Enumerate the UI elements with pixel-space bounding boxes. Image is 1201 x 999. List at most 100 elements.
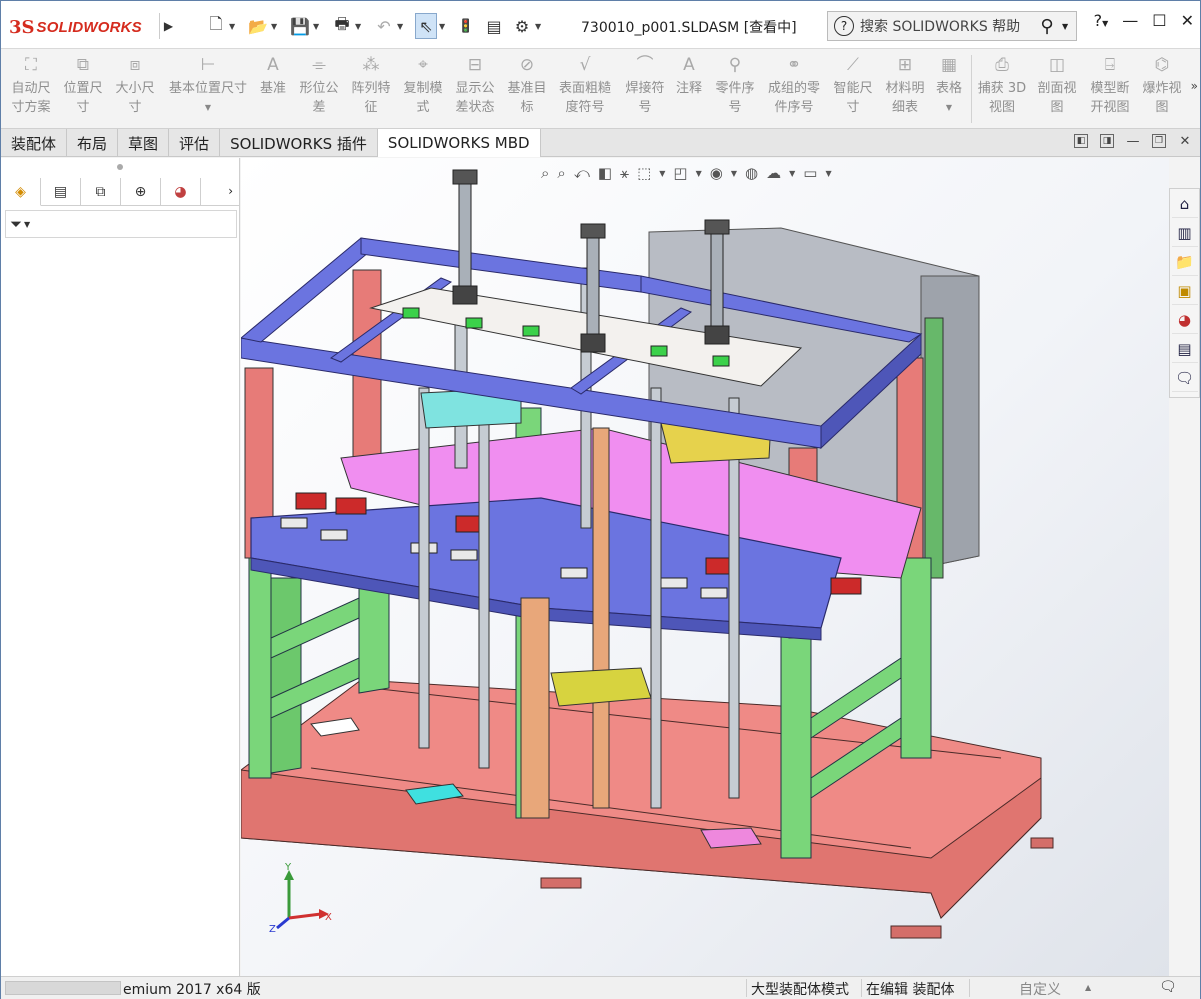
cmd-model-break-view[interactable]: ⍈ 模型断 开视图 xyxy=(1085,53,1135,117)
print-button[interactable]: 🖶 xyxy=(331,13,353,39)
location-dimension-icon: ⧉ xyxy=(76,54,90,75)
filter-icon: ⏷ xyxy=(10,215,23,233)
cmd-datum[interactable]: A 基准 xyxy=(255,53,291,98)
cmd-balloon[interactable]: ⚲ 零件序 号 xyxy=(711,53,759,117)
open-caret-icon[interactable]: ▼ xyxy=(271,22,281,31)
task-pane-design-library[interactable]: ▥ xyxy=(1171,219,1198,247)
task-pane-forum[interactable]: 🗨 xyxy=(1171,364,1198,392)
help-search-box[interactable]: ? 搜索 SOLIDWORKS 帮助 ⚲ ▼ xyxy=(827,11,1077,41)
menu-expand-arrow-icon[interactable]: ▶ xyxy=(159,13,177,39)
panel-tabs-more-icon[interactable]: › xyxy=(228,184,233,198)
select-caret-icon[interactable]: ▼ xyxy=(439,22,449,31)
cmd-copy-scheme[interactable]: ⌖ 复制模 式 xyxy=(399,53,447,117)
task-pane-view-palette[interactable]: ▣ xyxy=(1171,277,1198,305)
doc-restore-icon[interactable]: ❐ xyxy=(1152,134,1166,148)
cmd-size-dimension[interactable]: ⧈ 大小尺 寸 xyxy=(111,53,159,117)
tab-solidworks-addins[interactable]: SOLIDWORKS 插件 xyxy=(220,129,378,157)
doc-close-icon[interactable]: ✕ xyxy=(1178,134,1192,149)
cmd-section-view[interactable]: ◫ 剖面视 图 xyxy=(1033,53,1081,117)
minimize-button[interactable]: — xyxy=(1122,11,1138,30)
cmd-stacked-balloon[interactable]: ⚭ 成组的零 件序号 xyxy=(763,53,825,117)
appearances-icon: ◕ xyxy=(1177,310,1192,329)
cmd-basic-location-dimension[interactable]: ⊢ 基本位置尺寸 ▼ xyxy=(163,53,253,117)
tile-left-icon[interactable]: ◧ xyxy=(1074,134,1088,148)
cmd-bom[interactable]: ⊞ 材料明 细表 xyxy=(881,53,929,117)
select-button[interactable]: ⇖ xyxy=(415,13,437,39)
search-input[interactable]: 搜索 SOLIDWORKS 帮助 xyxy=(860,16,1032,36)
smart-dimension-icon: ⟋ xyxy=(847,54,859,75)
document-title: 730010_p001.SLDASM [查看中] xyxy=(581,20,797,36)
print-caret-icon[interactable]: ▼ xyxy=(355,22,365,31)
cmd-location-dimension[interactable]: ⧉ 位置尺 寸 xyxy=(59,53,107,117)
new-button[interactable]: 🗋 xyxy=(205,13,227,39)
options-button[interactable]: ⚙ xyxy=(511,13,533,39)
tab-evaluate[interactable]: 评估 xyxy=(169,129,221,157)
tooltip-toggle-icon[interactable]: 🗨 xyxy=(1159,979,1177,995)
cmd-table[interactable]: ▦ 表格 ▼ xyxy=(931,53,967,117)
unit-system-caret-icon[interactable]: ▲ xyxy=(1085,983,1091,992)
cmd-note[interactable]: A 注释 xyxy=(671,53,707,98)
status-assembly-mode: 大型装配体模式 xyxy=(751,982,849,998)
ds-logo-mark: 3S xyxy=(9,16,35,38)
doc-minimize-icon[interactable]: — xyxy=(1126,134,1140,149)
task-pane-appearances[interactable]: ◕ xyxy=(1171,306,1198,334)
base-foot xyxy=(540,877,582,889)
cmd-capture-3d-view[interactable]: ⎙ 捕获 3D 视图 xyxy=(975,53,1029,117)
dimxpert-manager-tab[interactable]: ⊕ xyxy=(121,178,161,206)
cmd-show-tolerance-status[interactable]: ⊟ 显示公 差状态 xyxy=(451,53,499,117)
magenta-pad xyxy=(700,827,762,849)
cmd-smart-dimension[interactable]: ⟋ 智能尺 寸 xyxy=(829,53,877,117)
new-caret-icon[interactable]: ▼ xyxy=(229,22,239,31)
command-manager-tabs: 装配体 布局 草图 评估 SOLIDWORKS 插件 SOLIDWORKS MB… xyxy=(1,129,1200,157)
cmd-weld-symbol[interactable]: ⌒ 焊接符 号 xyxy=(621,53,669,117)
assembly-model-render[interactable]: Y X Z xyxy=(241,158,1169,976)
rebuild-button[interactable]: 🚦 xyxy=(455,13,477,39)
unit-system-selector[interactable]: 自定义 xyxy=(1019,979,1061,999)
feature-manager-tab[interactable]: ◈ xyxy=(1,178,41,206)
task-pane: ⌂ ▥ 📁 ▣ ◕ ▤ 🗨 xyxy=(1169,188,1200,398)
property-manager-tab[interactable]: ▤ xyxy=(41,178,81,206)
cmd-surface-finish[interactable]: √ 表面粗糙 度符号 xyxy=(555,53,615,117)
options-caret-icon[interactable]: ▼ xyxy=(535,22,545,31)
task-pane-home[interactable]: ⌂ xyxy=(1171,190,1198,218)
search-icon[interactable]: ⚲ xyxy=(1032,16,1062,37)
panel-resize-handle[interactable] xyxy=(117,164,123,170)
more-commands-chevron-icon[interactable]: » xyxy=(1191,79,1198,93)
options-icon: ⚙ xyxy=(514,16,530,36)
graphics-area[interactable]: ⌕ ⌕ ⤺ ◧ ⚹ ⬚ ▼ ◰ ▼ ◉ ▼ ◍ ☁ ▼ ▭ ▼ Y X Z xyxy=(241,158,1169,976)
task-pane-file-explorer[interactable]: 📁 xyxy=(1171,248,1198,276)
cmd-geometric-tolerance[interactable]: ⌯ 形位公 差 xyxy=(295,53,343,117)
status-edit-state: 在编辑 装配体 xyxy=(866,982,955,998)
tab-sketch[interactable]: 草图 xyxy=(118,129,170,157)
undo-caret-icon[interactable]: ▼ xyxy=(397,22,407,31)
save-caret-icon[interactable]: ▼ xyxy=(313,22,323,31)
help-menu-button[interactable]: ? ▼ xyxy=(1094,11,1109,30)
configuration-manager-icon: ⧉ xyxy=(95,184,106,200)
task-pane-custom-properties[interactable]: ▤ xyxy=(1171,335,1198,363)
balloon-icon: ⚲ xyxy=(728,54,742,75)
cmd-datum-target[interactable]: ⊘ 基准目 标 xyxy=(503,53,551,117)
save-button[interactable]: 💾 xyxy=(289,13,311,39)
configuration-manager-tab[interactable]: ⧉ xyxy=(81,178,121,206)
solidworks-logo[interactable]: 3S SOLIDWORKS xyxy=(9,9,157,45)
maximize-button[interactable]: ☐ xyxy=(1152,11,1166,30)
cmd-auto-dimension-scheme[interactable]: ⛶ 自动尺 寸方案 xyxy=(7,53,55,117)
tab-layout[interactable]: 布局 xyxy=(67,129,119,157)
cmd-exploded-view[interactable]: ⌬ 爆炸视 图 xyxy=(1139,53,1185,117)
datum-target-icon: ⊘ xyxy=(519,54,535,75)
search-caret-icon[interactable]: ▼ xyxy=(1062,22,1076,31)
tab-assembly[interactable]: 装配体 xyxy=(1,129,68,157)
open-button[interactable]: 📂 xyxy=(247,13,269,39)
feature-tree-filter[interactable]: ⏷ ▼ xyxy=(5,210,237,238)
triad-z-label: Z xyxy=(269,924,276,935)
close-button[interactable]: ✕ xyxy=(1181,11,1194,30)
open-icon: 📂 xyxy=(248,16,268,36)
tab-solidworks-mbd[interactable]: SOLIDWORKS MBD xyxy=(377,129,541,157)
cmd-pattern-feature[interactable]: ⁂ 阵列特 征 xyxy=(347,53,395,117)
forum-icon: 🗨 xyxy=(1174,368,1195,387)
file-properties-button[interactable]: ▤ xyxy=(483,13,505,39)
undo-button[interactable]: ↶ xyxy=(373,13,395,39)
tile-right-icon[interactable]: ◨ xyxy=(1100,134,1114,148)
bom-icon: ⊞ xyxy=(897,54,913,75)
display-manager-tab[interactable]: ◕ xyxy=(161,178,201,206)
